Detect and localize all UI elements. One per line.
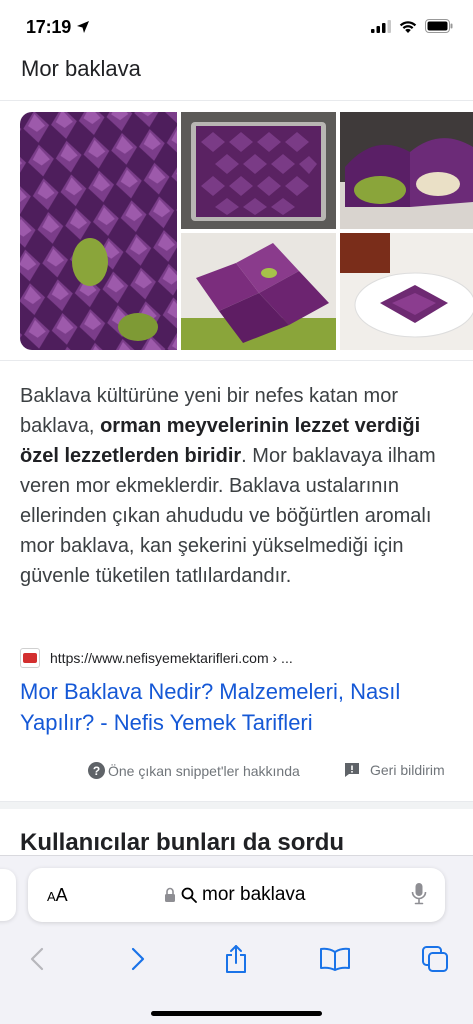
feedback-icon (345, 763, 359, 777)
address-bar[interactable]: AA mor baklava (28, 868, 445, 922)
snippet-footer: ? Öne çıkan snippet'ler hakkında Geri bi… (0, 760, 473, 784)
about-snippets-link[interactable]: ? Öne çıkan snippet'ler hakkında (88, 762, 300, 779)
page-title: Mor baklava (21, 56, 141, 81)
baklava-image-squares[interactable] (181, 233, 336, 350)
help-icon: ? (88, 762, 105, 779)
result-title-link[interactable]: Mor Baklava Nedir? Malzemeleri, Nasıl Ya… (20, 676, 460, 738)
baklava-image-large[interactable] (20, 112, 177, 350)
tabs-button[interactable] (415, 939, 455, 979)
book-icon (320, 947, 350, 971)
wifi-icon (399, 20, 417, 33)
address-field[interactable]: mor baklava (164, 884, 306, 906)
reader-aa-button[interactable]: AA (47, 885, 68, 906)
feedback-label: Geri bildirim (370, 762, 445, 778)
section-separator (0, 801, 473, 809)
status-time: 17:19 (26, 17, 72, 37)
bookmarks-button[interactable] (315, 939, 355, 979)
image-grid (20, 112, 473, 350)
title-divider (0, 100, 473, 101)
site-favicon-icon (20, 648, 40, 668)
cellular-signal-icon (371, 19, 391, 33)
chevron-right-icon (131, 947, 145, 971)
home-indicator (151, 1011, 322, 1016)
microphone-icon[interactable] (411, 882, 427, 906)
aa-small: A (47, 889, 56, 904)
share-icon (226, 945, 246, 973)
previous-tab-peek[interactable] (0, 869, 16, 921)
images-divider (0, 360, 473, 361)
share-button[interactable] (216, 939, 256, 979)
source-row[interactable]: https://www.nefisyemektarifleri.com › ..… (20, 648, 293, 668)
address-text: mor baklava (202, 884, 306, 905)
about-snippets-label: Öne çıkan snippet'ler hakkında (108, 762, 300, 779)
chevron-left-icon (30, 947, 44, 971)
feedback-button[interactable]: Geri bildirim (344, 762, 445, 778)
browser-toolbar (0, 939, 473, 979)
battery-icon (425, 19, 453, 33)
aa-large: A (55, 885, 68, 905)
browser-bottom-bar: AA mor baklava (0, 855, 473, 1024)
featured-snippet-text: Baklava kültürüne yeni bir nefes katan m… (20, 381, 450, 591)
source-url[interactable]: https://www.nefisyemektarifleri.com › ..… (50, 650, 293, 666)
people-also-ask-heading: Kullanıcılar bunları da sordu (20, 829, 345, 856)
location-arrow-icon (77, 21, 89, 33)
lock-icon (165, 887, 175, 902)
search-icon (181, 887, 197, 903)
baklava-image-plate[interactable] (340, 233, 473, 350)
baklava-image-tray[interactable] (181, 112, 336, 229)
status-indicators (371, 19, 453, 33)
baklava-image-closeup[interactable] (340, 112, 473, 229)
status-bar: 17:19 (0, 0, 473, 56)
tabs-icon (422, 946, 448, 972)
forward-button[interactable] (118, 939, 158, 979)
back-button[interactable] (17, 939, 57, 979)
